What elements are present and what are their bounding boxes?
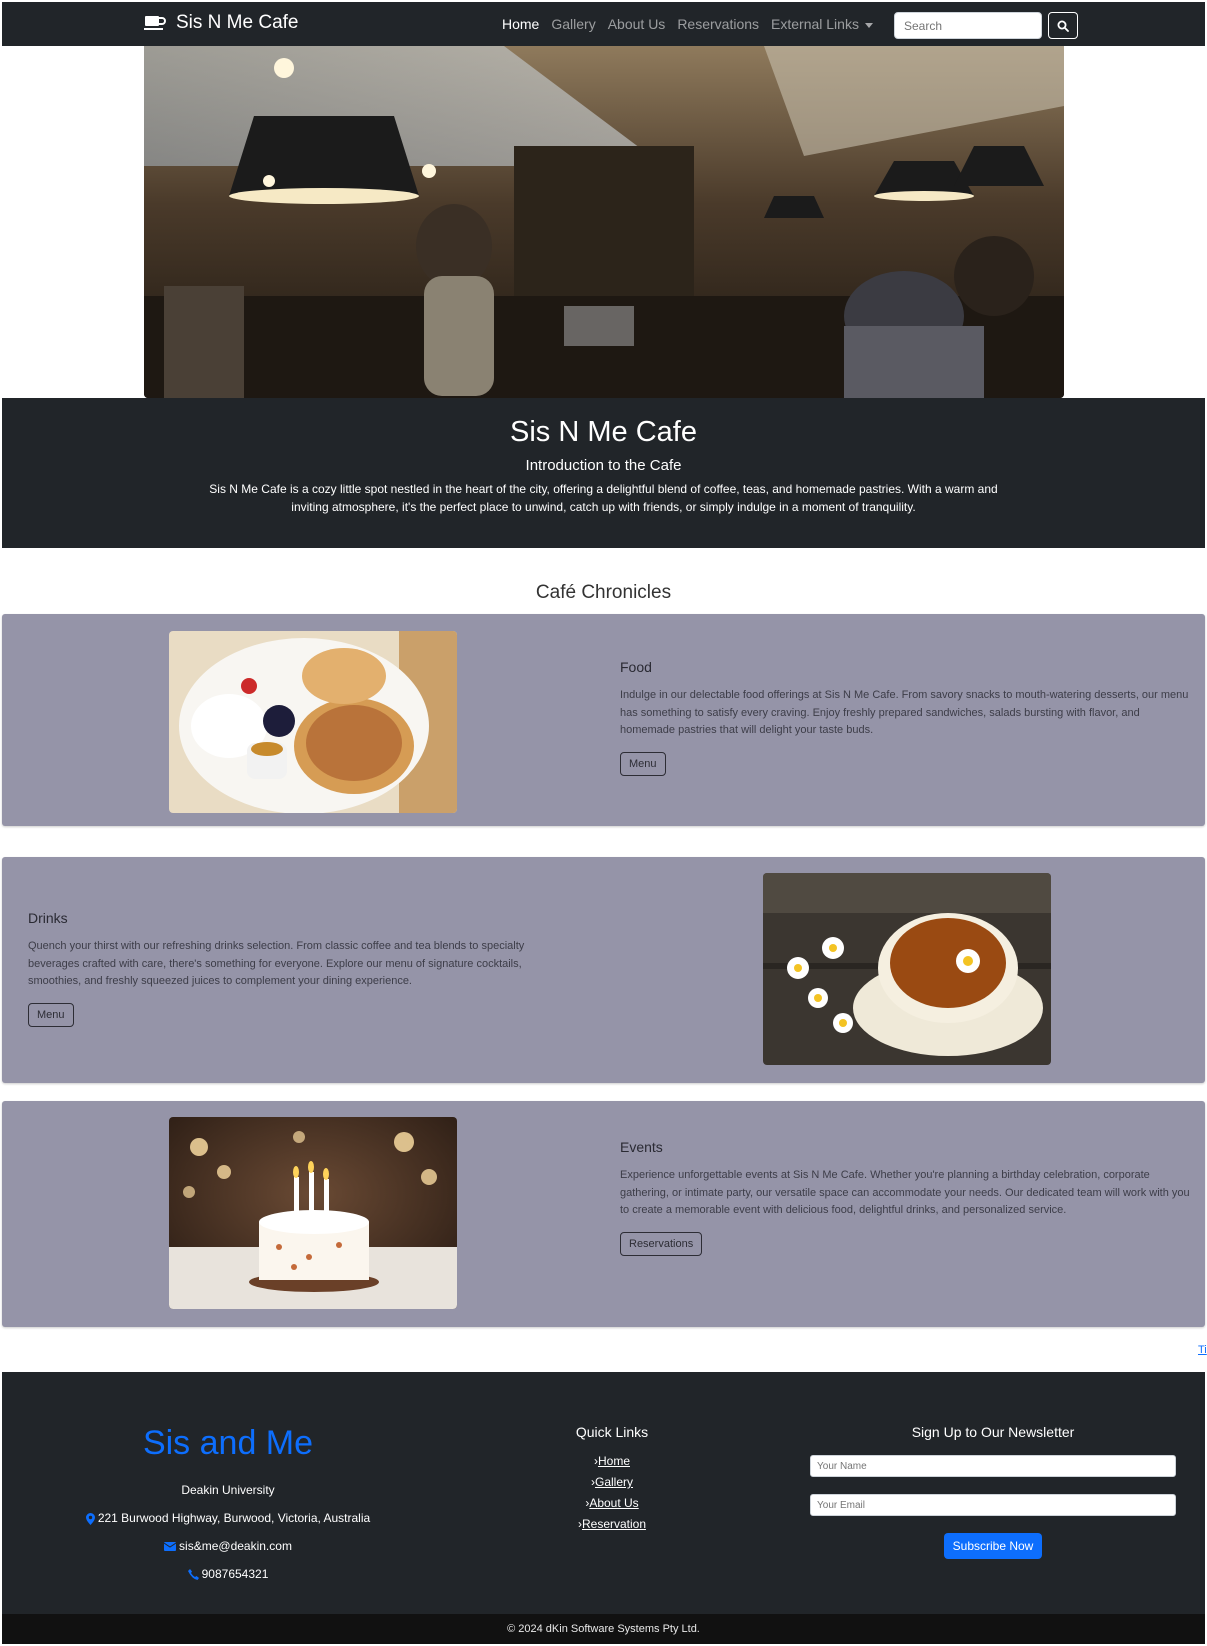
quick-link-item: ›Reservation <box>522 1517 702 1531</box>
events-text-block: Events Experience unforgettable events a… <box>620 1139 1195 1256</box>
events-description: Experience unforgettable events at Sis N… <box>620 1169 1190 1216</box>
quick-link-item: ›Home <box>522 1454 702 1468</box>
intro-title: Sis N Me Cafe <box>510 416 697 448</box>
stray-link[interactable]: Ti <box>1198 1344 1207 1356</box>
nav-links: Home Gallery About Us Reservations Exter… <box>502 16 873 32</box>
search-button[interactable] <box>1048 12 1078 39</box>
food-description: Indulge in our delectable food offerings… <box>620 689 1189 736</box>
map-marker-icon <box>85 1512 95 1525</box>
quick-link-reservation[interactable]: Reservation <box>582 1517 646 1531</box>
food-text-block: Food Indulge in our delectable food offe… <box>620 659 1190 776</box>
intro-subtitle: Introduction to the Cafe <box>525 457 682 474</box>
food-title: Food <box>620 659 652 675</box>
section-title: Café Chronicles <box>535 582 672 603</box>
drinks-text-block: Drinks Quench your thirst with our refre… <box>28 910 568 1027</box>
hero-cafe-image <box>144 46 1064 398</box>
intro-text: Sis N Me Cafe is a cozy little spot nest… <box>209 482 998 514</box>
footer-address-line: 221 Burwood Highway, Burwood, Victoria, … <box>2 1511 454 1525</box>
feature-drinks: Drinks Quench your thirst with our refre… <box>2 857 1205 1083</box>
nav-about-us[interactable]: About Us <box>608 16 666 32</box>
footer: Sis and Me Deakin University 221 Burwood… <box>2 1372 1205 1614</box>
subscribe-button[interactable]: Subscribe Now <box>943 1533 1043 1559</box>
newsletter-title: Sign Up to Our Newsletter <box>911 1424 1075 1440</box>
footer-address: 221 Burwood Highway, Burwood, Victoria, … <box>97 1511 371 1525</box>
drinks-title: Drinks <box>28 910 68 926</box>
footer-email: sis&me@deakin.com <box>179 1539 292 1553</box>
external-links-label: External Links <box>771 16 859 32</box>
footer-brand: Sis and Me <box>142 1424 314 1462</box>
copyright-bar: © 2024 dKin Software Systems Pty Ltd. <box>2 1614 1205 1644</box>
feature-events: Events Experience unforgettable events a… <box>2 1101 1205 1327</box>
events-title: Events <box>620 1139 663 1155</box>
feature-food: Food Indulge in our delectable food offe… <box>2 614 1205 826</box>
quick-link-about-us[interactable]: About Us <box>589 1496 638 1510</box>
quick-link-gallery[interactable]: Gallery <box>595 1475 633 1489</box>
events-reservations-button[interactable]: Reservations <box>620 1231 703 1256</box>
nav-external-links-dropdown[interactable]: External Links <box>771 16 873 32</box>
quick-link-item: ›Gallery <box>522 1475 702 1489</box>
nav-home[interactable]: Home <box>502 16 539 32</box>
brand-link[interactable]: Sis N Me Cafe <box>144 12 298 34</box>
brand-name: Sis N Me Cafe <box>176 12 299 33</box>
footer-org: Deakin University <box>181 1483 275 1497</box>
footer-newsletter: Sign Up to Our Newsletter Subscribe Now <box>810 1424 1176 1559</box>
newsletter-email-input[interactable] <box>810 1494 1176 1516</box>
food-menu-button[interactable]: Menu <box>620 751 666 776</box>
events-image <box>169 1117 457 1309</box>
drinks-description: Quench your thirst with our refreshing d… <box>28 940 525 987</box>
nav-reservations[interactable]: Reservations <box>677 16 759 32</box>
top-navbar: Sis N Me Cafe Home Gallery About Us Rese… <box>2 2 1205 46</box>
footer-quick-links: Quick Links ›Home ›Gallery ›About Us ›Re… <box>522 1424 702 1538</box>
phone-icon <box>187 1569 199 1581</box>
quick-link-item: ›About Us <box>522 1496 702 1510</box>
food-image <box>169 631 457 813</box>
search-input[interactable] <box>894 12 1042 39</box>
intro-section: Sis N Me Cafe Introduction to the Cafe S… <box>2 398 1205 548</box>
coffee-cup-icon <box>144 16 166 30</box>
nav-gallery[interactable]: Gallery <box>551 16 595 32</box>
caret-down-icon <box>864 22 873 28</box>
search-icon <box>1057 20 1069 32</box>
drinks-menu-button[interactable]: Menu <box>28 1002 74 1027</box>
footer-phone-line: 9087654321 <box>2 1567 454 1581</box>
quick-link-home[interactable]: Home <box>598 1454 630 1468</box>
footer-phone: 9087654321 <box>201 1567 269 1581</box>
envelope-icon <box>164 1542 177 1552</box>
newsletter-name-input[interactable] <box>810 1455 1176 1477</box>
quick-links-title: Quick Links <box>575 1424 649 1440</box>
footer-email-line: sis&me@deakin.com <box>2 1539 454 1553</box>
drinks-image <box>763 873 1051 1065</box>
footer-contact-column: Sis and Me Deakin University 221 Burwood… <box>2 1424 454 1581</box>
